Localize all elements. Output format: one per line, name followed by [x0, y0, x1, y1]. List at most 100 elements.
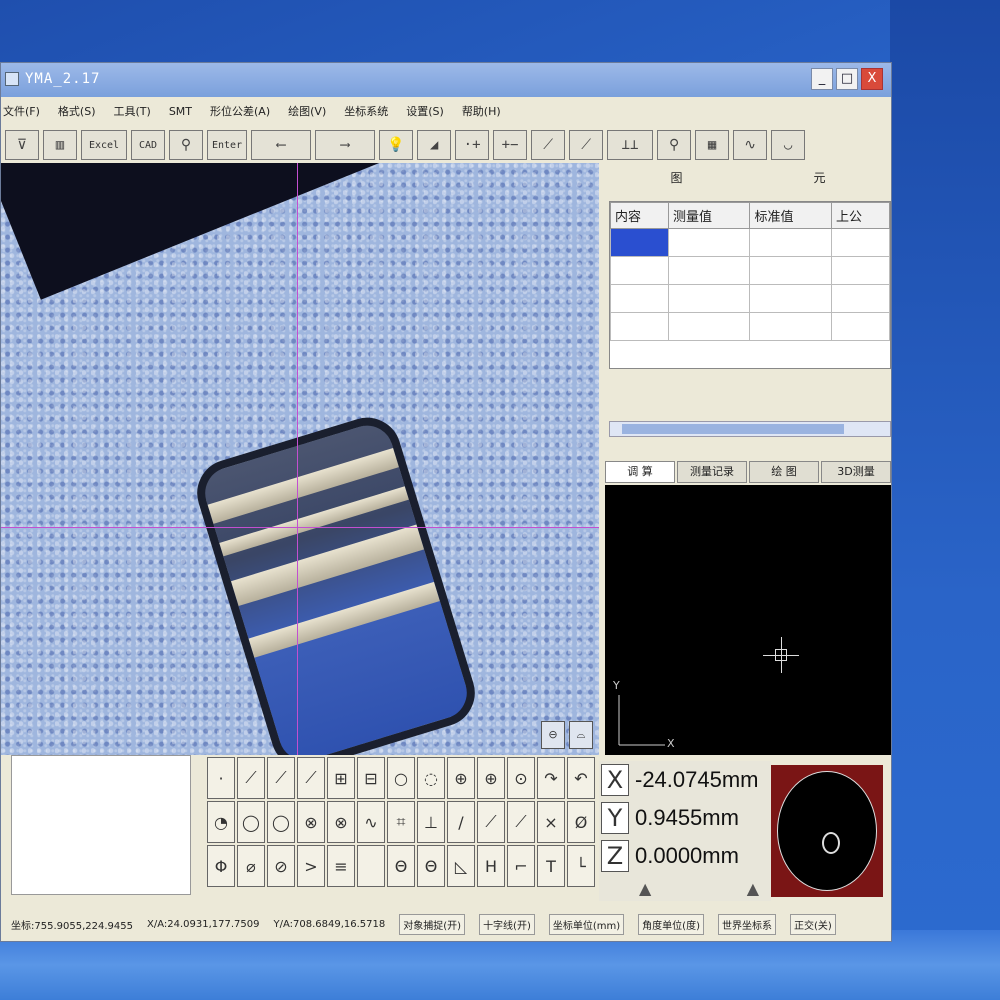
cad-button[interactable]: CAD [131, 130, 165, 160]
unit-toggle[interactable]: 坐标单位(mm) [548, 913, 625, 935]
line-disabled-icon[interactable]: ⟋ [569, 130, 604, 160]
excel-button[interactable]: Excel [81, 130, 127, 160]
up-arrow-icon[interactable]: ▲ [639, 879, 651, 899]
camera-zoom-icon[interactable]: ⊖ [541, 721, 565, 749]
panel-tabs: 调 算 测量记录 绘 图 3D测量 [605, 461, 891, 483]
drawing-canvas[interactable]: Y X [605, 485, 891, 755]
close-button[interactable]: X [861, 68, 883, 90]
circle-center-tool-icon[interactable]: ⊙ [507, 757, 535, 799]
circle-line-tool-icon[interactable]: Θ [387, 845, 415, 887]
arc2-tool-icon[interactable]: ↶ [567, 757, 595, 799]
zoom-icon[interactable]: ⚲ [657, 130, 692, 160]
diameter-tool-icon[interactable]: Ø [567, 801, 595, 843]
arrow-left-icon[interactable]: ⟵ [251, 130, 312, 160]
slash3-tool-icon[interactable]: ⟋ [507, 801, 535, 843]
line-tool-icon[interactable]: ⟋ [237, 757, 265, 799]
circle2-tool-icon[interactable]: ◌ [417, 757, 445, 799]
point-tool-icon[interactable]: · [207, 757, 235, 799]
light-icon[interactable]: 💡 [379, 130, 414, 160]
line3-tool-icon[interactable]: ⟋ [297, 757, 325, 799]
save-icon[interactable]: ⊽ [5, 130, 39, 160]
ellipse-tool-icon[interactable]: Φ [207, 845, 235, 887]
line-tool-icon[interactable]: ⟋ [531, 130, 566, 160]
enter-button[interactable]: Enter [207, 130, 248, 160]
table-row[interactable] [610, 284, 890, 313]
edge-detect-icon[interactable]: ◢ [417, 130, 452, 160]
corner-tool-icon[interactable]: └ [567, 845, 595, 887]
point-icon[interactable]: ·+ [455, 130, 490, 160]
menu-settings[interactable]: 设置(S) [406, 103, 444, 119]
menu-smt[interactable]: SMT [169, 105, 192, 118]
crosshair-toggle[interactable]: 十字线(开) [479, 913, 535, 935]
wave-tool-icon[interactable]: ∿ [357, 801, 385, 843]
x-axis-button[interactable]: X [601, 764, 629, 796]
object-snap-toggle[interactable]: 对象捕捉(开) [399, 913, 466, 935]
table-row[interactable] [610, 256, 890, 285]
lines-tool-icon[interactable]: ≡ [327, 845, 355, 887]
maximize-button[interactable]: □ [836, 68, 858, 90]
camera-view[interactable]: ⊖ ⌓ [1, 163, 599, 755]
curve-icon[interactable]: ∿ [733, 130, 768, 160]
h-tool-icon[interactable]: H [477, 845, 505, 887]
y-axis-button[interactable]: Y [601, 802, 629, 834]
plus-minus-icon[interactable]: +− [493, 130, 528, 160]
pin-tool-icon[interactable]: ⌀ [237, 845, 265, 887]
blank-tool[interactable] [357, 845, 385, 887]
menu-format[interactable]: 格式(S) [58, 103, 96, 119]
arrow-right-icon[interactable]: ⟶ [315, 130, 376, 160]
probe-icon[interactable]: ⚲ [169, 130, 203, 160]
table-row[interactable] [610, 228, 890, 257]
tab-adjust[interactable]: 调 算 [605, 461, 675, 483]
measurement-table[interactable]: 内容 测量值 标准值 上公 [609, 201, 891, 369]
graph-axis-y-label: Y [613, 679, 620, 692]
t-tool-icon[interactable]: T [537, 845, 565, 887]
table-scrollbar[interactable] [609, 421, 891, 437]
menu-tolerance[interactable]: 形位公差(A) [210, 103, 270, 119]
slash2-tool-icon[interactable]: ⟋ [477, 801, 505, 843]
line2-tool-icon[interactable]: ⟋ [267, 757, 295, 799]
menu-drawing[interactable]: 绘图(V) [288, 103, 326, 119]
ortho-toggle[interactable]: 正交(关) [789, 913, 836, 935]
tab-drawing[interactable]: 绘 图 [749, 461, 819, 483]
step-tool-icon[interactable]: ⌐ [507, 845, 535, 887]
ring-tool-icon[interactable]: ◯ [237, 801, 265, 843]
grid2-tool-icon[interactable]: ⊟ [357, 757, 385, 799]
print-icon[interactable]: ▥ [43, 130, 77, 160]
slot-tool-icon[interactable]: ⊘ [267, 845, 295, 887]
window-title: YMA_2.17 [25, 71, 101, 87]
camera-capture-icon[interactable]: ⌓ [569, 721, 593, 749]
target2-tool-icon[interactable]: ⊗ [327, 801, 355, 843]
pattern-icon[interactable]: ▦ [695, 130, 730, 160]
circle-tool-icon[interactable]: ○ [387, 757, 415, 799]
perpendicular-tool-icon[interactable]: ⊥ [417, 801, 445, 843]
bracket-tool-icon[interactable]: ⌗ [387, 801, 415, 843]
cross-tool-icon[interactable]: × [537, 801, 565, 843]
circle-line2-tool-icon[interactable]: Θ [417, 845, 445, 887]
z-axis-button[interactable]: Z [601, 840, 629, 872]
angle-tool-icon[interactable]: > [297, 845, 325, 887]
triangle-tool-icon[interactable]: ◺ [447, 845, 475, 887]
status-xa: X/A:24.0931,177.7509 [146, 918, 260, 930]
circle-cross2-tool-icon[interactable]: ⊕ [477, 757, 505, 799]
up-arrow2-icon[interactable]: ▲ [747, 879, 759, 899]
ring2-tool-icon[interactable]: ◯ [267, 801, 295, 843]
tab-records[interactable]: 测量记录 [677, 461, 747, 483]
target-tool-icon[interactable]: ⊗ [297, 801, 325, 843]
grid-tool-icon[interactable]: ⊞ [327, 757, 355, 799]
menu-coordinate-system[interactable]: 坐标系统 [344, 103, 388, 119]
arc-tool-icon[interactable]: ↷ [537, 757, 565, 799]
menu-tools[interactable]: 工具(T) [114, 103, 151, 119]
minimize-button[interactable]: _ [811, 68, 833, 90]
circle-cross-tool-icon[interactable]: ⊕ [447, 757, 475, 799]
arc-center-tool-icon[interactable]: ◔ [207, 801, 235, 843]
table-row[interactable] [610, 312, 890, 341]
scrollbar-thumb[interactable] [622, 424, 844, 434]
menu-file[interactable]: 文件(F) [3, 103, 40, 119]
slash-tool-icon[interactable]: / [447, 801, 475, 843]
world-coord-toggle[interactable]: 世界坐标系 [717, 913, 776, 935]
tab-3d[interactable]: 3D测量 [821, 461, 891, 483]
ruler-icon[interactable]: ⊥⊥ [607, 130, 654, 160]
menu-help[interactable]: 帮助(H) [462, 103, 501, 119]
bowl-icon[interactable]: ◡ [771, 130, 806, 160]
angle-unit-toggle[interactable]: 角度单位(度) [638, 913, 704, 935]
